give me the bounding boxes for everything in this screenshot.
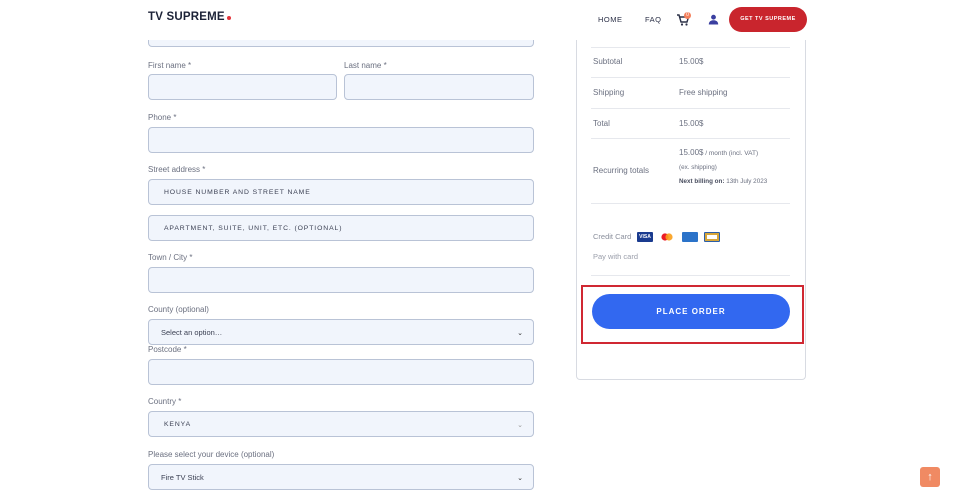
cart-count-badge: 0 — [684, 12, 691, 19]
amex-icon — [681, 231, 698, 242]
subtotal-value: 15.00$ — [679, 57, 704, 66]
last-name-label: Last name * — [344, 61, 387, 70]
street-address-label: Street address * — [148, 165, 206, 174]
arrow-up-icon: ↑ — [927, 471, 933, 483]
phone-input[interactable] — [148, 127, 534, 153]
nav-home-link[interactable]: HOME — [598, 15, 623, 24]
device-select[interactable]: Fire TV Stick ⌄ — [148, 464, 534, 490]
next-billing-date: 13th July 2023 — [724, 178, 768, 185]
postcode-input[interactable] — [148, 359, 534, 385]
summary-divider — [591, 108, 790, 109]
device-label: Please select your device (optional) — [148, 450, 275, 459]
country-select[interactable]: KENYA ⌄ — [148, 411, 534, 437]
street-address-placeholder: HOUSE NUMBER AND STREET NAME — [164, 189, 311, 196]
recurring-period: / month (incl. VAT) — [703, 150, 759, 157]
visa-icon: VISA — [637, 231, 653, 242]
postcode-label: Postcode * — [148, 345, 187, 354]
site-logo[interactable]: TV SUPREME — [148, 11, 231, 23]
street-address-2-input[interactable]: APARTMENT, SUITE, UNIT, ETC. (OPTIONAL) — [148, 215, 534, 241]
town-city-label: Town / City * — [148, 253, 193, 262]
next-billing-label: Next billing on: — [679, 178, 725, 185]
shipping-label: Shipping — [593, 88, 625, 97]
country-select-value: KENYA — [164, 421, 192, 428]
country-label: Country * — [148, 397, 182, 406]
card-logos: VISA — [637, 228, 722, 242]
total-value: 15.00$ — [679, 119, 704, 128]
credit-card-label[interactable]: Credit Card — [593, 232, 631, 241]
county-select-value: Select an option… — [161, 328, 223, 337]
summary-divider — [591, 138, 790, 139]
last-name-input[interactable] — [344, 74, 534, 100]
pay-with-card-note: Pay with card — [593, 252, 639, 261]
summary-divider — [591, 77, 790, 78]
recurring-amount: 15.00$ / month (incl. VAT) — [679, 148, 758, 157]
get-tv-supreme-button[interactable]: GET TV SUPREME — [729, 7, 807, 32]
recurring-amount-value: 15.00$ — [679, 148, 704, 157]
chevron-down-icon: ⌄ — [517, 475, 523, 482]
user-icon[interactable] — [708, 14, 719, 25]
summary-divider — [591, 47, 790, 48]
device-select-value: Fire TV Stick — [161, 473, 204, 482]
recurring-shipping-note: (ex. shipping) — [679, 164, 717, 171]
total-label: Total — [593, 119, 610, 128]
chevron-down-icon: ⌄ — [517, 330, 523, 337]
shipping-value: Free shipping — [679, 88, 728, 97]
street-address-input[interactable]: HOUSE NUMBER AND STREET NAME — [148, 179, 534, 205]
nav-faq-link[interactable]: FAQ — [645, 15, 662, 24]
phone-label: Phone * — [148, 113, 177, 122]
subtotal-label: Subtotal — [593, 57, 623, 66]
scroll-to-top-button[interactable]: ↑ — [920, 467, 940, 487]
summary-divider — [591, 203, 790, 204]
first-name-label: First name * — [148, 61, 192, 70]
mastercard-icon — [659, 231, 676, 242]
discover-icon — [704, 231, 721, 242]
chevron-down-icon: ⌄ — [517, 422, 523, 429]
town-city-input[interactable] — [148, 267, 534, 293]
first-name-input[interactable] — [148, 74, 337, 100]
county-select[interactable]: Select an option… ⌄ — [148, 319, 534, 345]
summary-divider — [591, 275, 790, 276]
site-header: TV SUPREME HOME FAQ 0 GET TV SUPREME — [0, 0, 960, 40]
county-label: County (optional) — [148, 305, 209, 314]
next-billing: Next billing on: 13th July 2023 — [679, 178, 767, 185]
place-order-button[interactable]: PLACE ORDER — [592, 294, 790, 329]
logo-dot — [226, 16, 231, 20]
recurring-totals-label: Recurring totals — [593, 166, 650, 175]
street-address-2-placeholder: APARTMENT, SUITE, UNIT, ETC. (OPTIONAL) — [164, 225, 343, 232]
